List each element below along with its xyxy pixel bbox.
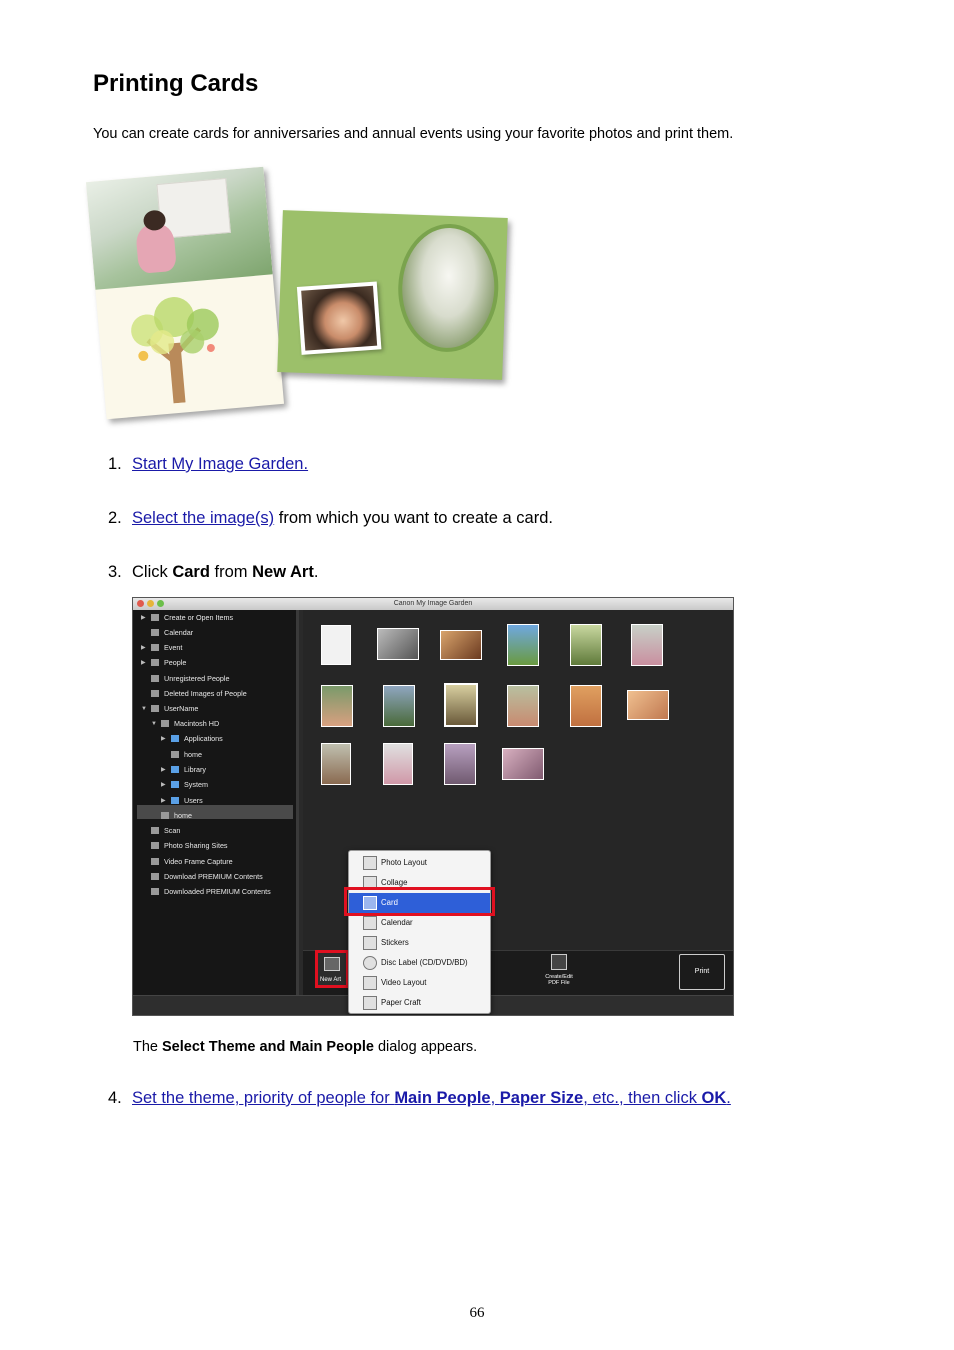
print-button[interactable]: Print [679, 954, 725, 990]
sidebar: ▶ Create or Open Items Calendar ▶ Event ▶ P… [133, 610, 299, 995]
new-art-icon [324, 957, 340, 971]
sidebar-item-scan[interactable]: Scan [151, 826, 180, 836]
thumbnail[interactable] [502, 748, 544, 780]
garden-photo [85, 166, 273, 290]
menu-item-photo-layout[interactable]: Photo Layout [349, 853, 490, 873]
create-edit-pdf-button[interactable]: Create/Edit PDF File [537, 954, 581, 986]
calendar-icon [363, 916, 377, 930]
thumbnail[interactable] [321, 625, 351, 665]
app-screenshot: Canon My Image Garden ▶ Create or Open It… [132, 597, 734, 1016]
sidebar-item-home-2[interactable]: home [161, 811, 192, 821]
card-highlight [344, 887, 495, 916]
page-title: Printing Cards [93, 70, 259, 97]
menu-item-disc-label[interactable]: Disc Label (CD/DVD/BD) [349, 953, 490, 973]
child-photo [296, 281, 382, 355]
green-card-image [277, 210, 508, 380]
step-4: 4. Set the theme, priority of people for … [108, 1089, 731, 1107]
select-images-link[interactable]: Select the image(s) [132, 509, 274, 527]
sidebar-item-video-frame[interactable]: Video Frame Capture [151, 857, 233, 867]
minimize-icon [147, 600, 154, 607]
thumbnail[interactable] [383, 743, 413, 785]
close-icon [137, 600, 144, 607]
oval-photo [396, 222, 501, 354]
sidebar-item-create[interactable]: ▶ Create or Open Items [141, 613, 233, 623]
new-art-button[interactable]: New Art [315, 950, 349, 988]
page-number: 66 [469, 1305, 485, 1321]
window-titlebar: Canon My Image Garden [133, 598, 733, 610]
thumbnail[interactable] [383, 685, 415, 727]
step-1: 1. Start My Image Garden. [108, 455, 309, 473]
thumbnail[interactable] [321, 743, 351, 785]
dialog-note: The Select Theme and Main People dialog … [133, 1039, 478, 1055]
sidebar-item-unregistered[interactable]: Unregistered People [151, 674, 230, 684]
menu-item-stickers[interactable]: Stickers [349, 933, 490, 953]
step-2: 2. Select the image(s) from which you wan… [108, 509, 553, 527]
thumbnail[interactable] [444, 683, 478, 727]
disc-icon [363, 956, 377, 970]
window-title: Canon My Image Garden [393, 600, 473, 607]
thumbnail[interactable] [570, 624, 602, 666]
photo-layout-icon [363, 856, 377, 870]
intro-text: You can create cards for anniversaries a… [93, 126, 734, 142]
sidebar-item-download-premium[interactable]: Download PREMIUM Contents [151, 872, 263, 882]
sidebar-item-people[interactable]: ▶ People [141, 658, 186, 668]
sidebar-item-home[interactable]: home [171, 750, 202, 760]
sidebar-item-username[interactable]: ▼ UserName [141, 704, 198, 714]
thumbnail[interactable] [440, 630, 482, 660]
tree-illustration [131, 297, 219, 404]
sidebar-item-photo-sharing[interactable]: Photo Sharing Sites [151, 841, 228, 851]
thumbnail[interactable] [321, 685, 353, 727]
stickers-icon [363, 936, 377, 950]
tree-card-image [85, 166, 285, 420]
sidebar-item-applications[interactable]: ▶ Applications [161, 734, 223, 744]
thumbnail[interactable] [444, 743, 476, 785]
sidebar-item-deleted[interactable]: Deleted Images of People [151, 689, 247, 699]
sidebar-item-system[interactable]: ▶ System [161, 780, 208, 790]
start-my-image-garden-link[interactable]: Start My Image Garden. [132, 455, 308, 473]
sidebar-item-macintosh-hd[interactable]: ▼ Macintosh HD [151, 719, 219, 729]
new-art-menu: Photo Layout Collage Card Calendar Stick… [348, 850, 491, 1014]
sidebar-item-downloaded-premium[interactable]: Downloaded PREMIUM Contents [151, 887, 271, 897]
step-3: 3. Click Card from New Art. [108, 563, 319, 581]
menu-item-paper-craft[interactable]: Paper Craft [349, 993, 490, 1013]
thumbnail[interactable] [631, 624, 663, 666]
paper-craft-icon [363, 996, 377, 1010]
menu-item-video-layout[interactable]: Video Layout [349, 973, 490, 993]
sidebar-item-event[interactable]: ▶ Event [141, 643, 182, 653]
thumbnail[interactable] [570, 685, 602, 727]
sidebar-item-library[interactable]: ▶ Library [161, 765, 206, 775]
thumbnail[interactable] [507, 685, 539, 727]
cards-illustration [85, 160, 518, 425]
sidebar-item-users[interactable]: ▶ Users [161, 796, 203, 806]
thumbnail[interactable] [377, 628, 419, 660]
menu-item-calendar[interactable]: Calendar [349, 913, 490, 933]
zoom-icon [157, 600, 164, 607]
thumbnail[interactable] [507, 624, 539, 666]
video-layout-icon [363, 976, 377, 990]
pdf-icon [551, 954, 567, 970]
sidebar-item-calendar[interactable]: Calendar [151, 628, 193, 638]
thumbnail[interactable] [627, 690, 669, 720]
set-theme-link[interactable]: Set the theme, priority of people for Ma… [132, 1089, 731, 1107]
